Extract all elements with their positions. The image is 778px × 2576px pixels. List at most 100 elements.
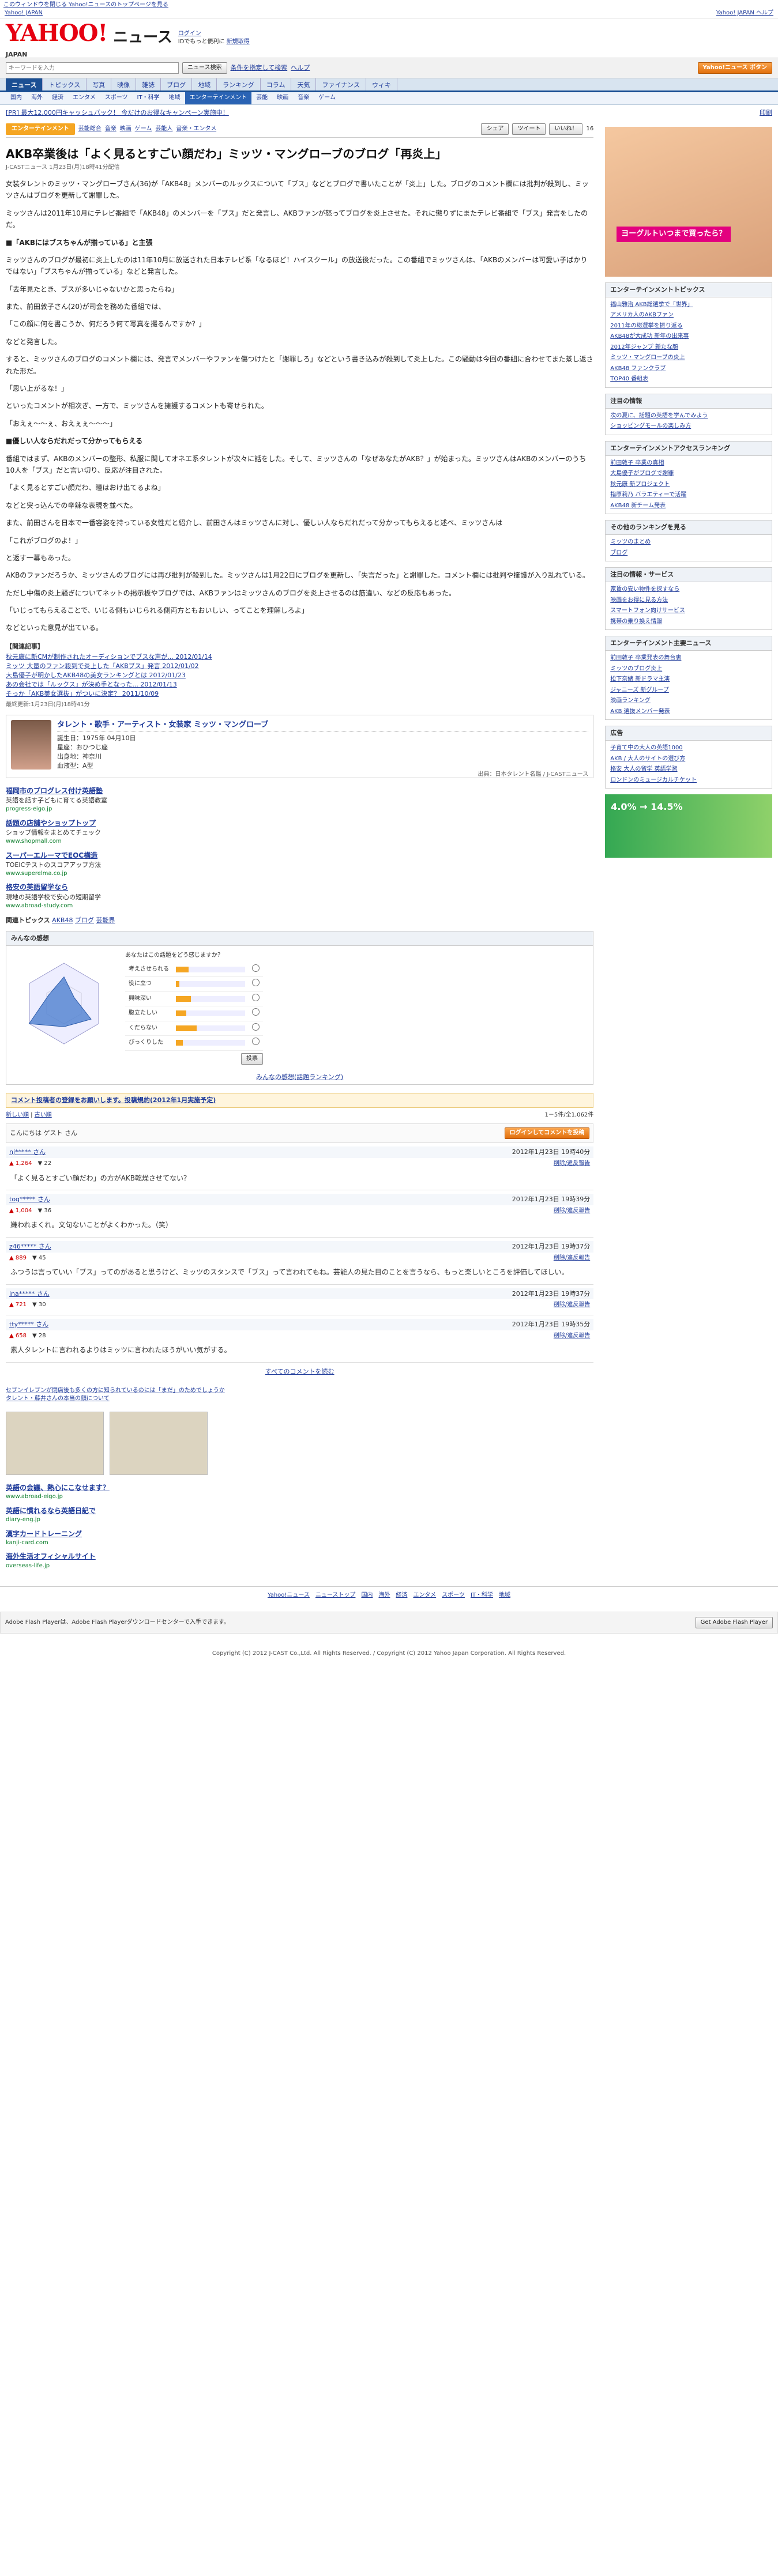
footer-link[interactable]: 国内 (361, 1592, 373, 1598)
cat-link[interactable]: 芸能総合 (78, 125, 102, 134)
yahoo-logo[interactable]: YAHOO! JAPAN (6, 17, 108, 59)
sidebar-link[interactable]: 子育て中の大人の英語1000 (610, 743, 767, 754)
vote-button[interactable]: 投票 (241, 1053, 263, 1065)
sidebar-link[interactable]: ミッツのまとめ (610, 537, 767, 548)
sidebar-link[interactable]: ショッピングモールの楽しみ方 (610, 421, 767, 432)
footer-link[interactable]: ニューストップ (315, 1592, 356, 1598)
like-count[interactable]: ▲ 1,264 (9, 1160, 32, 1168)
sidebar-link[interactable]: 家賃の安い物件を探すなら (610, 584, 767, 595)
flash-button[interactable]: Get Adobe Flash Player (695, 1616, 773, 1629)
gnav-item[interactable]: ニュース (6, 78, 43, 90)
like-count[interactable]: ▲ 889 (9, 1254, 27, 1263)
footer-link[interactable]: 経済 (396, 1592, 407, 1598)
snav-item[interactable]: スポーツ (100, 92, 133, 104)
related-article-link[interactable]: ミッツ 大量のファン殺到で炎上した「AKBブス」発言 2012/01/02 (6, 662, 593, 671)
comment-user[interactable]: nj***** さん (9, 1148, 46, 1157)
sidebar-link[interactable]: 次の夏に、話題の英語を学んでみよう (610, 411, 767, 422)
sidebar-link[interactable]: 携帯の乗り換え情報 (610, 617, 767, 628)
sidebar-link[interactable]: AKB / 大人のサイトの選び方 (610, 754, 767, 765)
bottom-link[interactable]: タレント・藤井さんの本当の顔について (6, 1395, 593, 1404)
gnav-item[interactable]: ブログ (161, 78, 193, 90)
sidebar-link[interactable]: 2012年ジャンプ 新たな顔 (610, 342, 767, 353)
gnav-item[interactable]: ウィキ (366, 78, 398, 90)
dislike-count[interactable]: ▼ 30 (32, 1301, 46, 1310)
bottom-ad-title[interactable]: 漢字カードトレーニング (6, 1529, 593, 1539)
like-count[interactable]: ▲ 721 (9, 1301, 27, 1310)
sidebar-link[interactable]: AKB48 ファンクラブ (610, 364, 767, 375)
comment-user[interactable]: ina***** さん (9, 1289, 50, 1299)
sidebar-link[interactable]: 大島優子がブログで謝罪 (610, 469, 767, 480)
profile-title[interactable]: タレント・歌手・アーティスト・女装家 ミッツ・マングローブ (57, 720, 589, 731)
footer-link[interactable]: IT・科学 (471, 1592, 493, 1598)
search-button[interactable]: ニュース検索 (182, 62, 227, 74)
close-window-link[interactable]: このウィンドウを閉じる Yahoo!ニュースのトップページを見る (3, 2, 168, 8)
sidebar-link[interactable]: 指原莉乃 バラエティーで活躍 (610, 490, 767, 501)
report-link[interactable]: 削除/違反報告 (554, 1160, 590, 1168)
sidebar-link[interactable]: スマートフォン向けサービス (610, 606, 767, 617)
gnav-item[interactable]: 写真 (87, 78, 112, 90)
all-comments-link[interactable]: すべてのコメントを読む (265, 1368, 334, 1375)
sidebar-link[interactable]: AKB48 新チーム発表 (610, 501, 767, 512)
sidebar-link[interactable]: 映画をお得に見る方法 (610, 595, 767, 606)
snav-item[interactable]: エンタメ (68, 92, 100, 104)
sidebar-link[interactable]: 前田敦子 卒業の真相 (610, 458, 767, 469)
share-button[interactable]: シェア (481, 123, 509, 135)
footer-link[interactable]: 地域 (499, 1592, 510, 1598)
topic-link[interactable]: AKB48 (52, 917, 73, 924)
like-button[interactable]: いいね！ (549, 123, 583, 135)
topic-link[interactable]: ブログ (75, 917, 94, 924)
news-button[interactable]: Yahoo!ニュース ボタン (697, 62, 772, 74)
cat-link[interactable]: 芸能人 (155, 125, 172, 134)
gnav-item[interactable]: 雑誌 (136, 78, 161, 90)
gnav-item[interactable]: ファイナンス (316, 78, 367, 90)
cat-link[interactable]: 映画 (120, 125, 131, 134)
comment-notice-link[interactable]: コメント投稿者の登録をお願いします。投稿規約(2012年1月実施予定) (11, 1096, 216, 1104)
snav-item[interactable]: ゲーム (314, 92, 340, 104)
signup-link[interactable]: 新規取得 (227, 39, 250, 45)
sidebar-link[interactable]: AKB48が大成功 新年の出来事 (610, 331, 767, 342)
comment-user[interactable]: tog***** さん (9, 1195, 50, 1204)
opinion-radio[interactable] (252, 1023, 260, 1031)
sidebar-link[interactable]: ブログ (610, 548, 767, 559)
sidebar-link[interactable]: 2011年の総選挙を振り返る (610, 321, 767, 332)
sidebar-link[interactable]: 松下奈緒 新ドラマ主演 (610, 674, 767, 685)
search-input[interactable] (6, 62, 179, 74)
gnav-item[interactable]: コラム (261, 78, 292, 90)
gnav-item[interactable]: 映像 (111, 78, 137, 90)
print-link[interactable]: 印刷 (760, 108, 772, 118)
snav-item[interactable]: 芸能 (251, 92, 272, 104)
report-link[interactable]: 削除/違反報告 (554, 1254, 590, 1263)
opinion-radio[interactable] (252, 1008, 260, 1016)
sort-new[interactable]: 新しい順 (6, 1112, 29, 1118)
bottom-link[interactable]: セブンイレブンが閉店後も多くの方に知られているのには「まだ」のためでしょうか (6, 1387, 593, 1396)
bottom-ad-title[interactable]: 英語に慣れるなら英語日記で (6, 1506, 593, 1516)
photo-ad-image[interactable] (6, 1411, 104, 1475)
ad-title[interactable]: 格安の英語留学なら (6, 882, 593, 892)
snav-item[interactable]: 海外 (27, 92, 47, 104)
comment-user[interactable]: tty***** さん (9, 1320, 48, 1329)
bottom-ad-title[interactable]: 海外生活オフィシャルサイト (6, 1552, 593, 1562)
dislike-count[interactable]: ▼ 45 (32, 1254, 46, 1263)
gnav-item[interactable]: 地域 (192, 78, 217, 90)
cat-link[interactable]: ゲーム (135, 125, 152, 134)
report-link[interactable]: 削除/違反報告 (554, 1332, 590, 1341)
dislike-count[interactable]: ▼ 28 (32, 1332, 46, 1341)
sidebar-link[interactable]: ミッツのブログ炎上 (610, 664, 767, 675)
bottom-ad-title[interactable]: 英語の会議、熱心にこなせます？ (6, 1483, 593, 1493)
footer-link[interactable]: スポーツ (442, 1592, 465, 1598)
opinion-radio[interactable] (252, 993, 260, 1001)
sidebar-link[interactable]: AKB 選抜メンバー発表 (610, 707, 767, 718)
tweet-button[interactable]: ツイート (512, 123, 546, 135)
opinion-ranking-link[interactable]: みんなの感想(話題ランキング) (256, 1073, 343, 1081)
card-ad[interactable]: 4.0% → 14.5% (605, 794, 772, 858)
ad-title[interactable]: 福岡市のプログレス付け英語塾 (6, 786, 593, 796)
footer-link[interactable]: エンタメ (413, 1592, 436, 1598)
snav-item[interactable]: 音楽 (293, 92, 314, 104)
pr-link[interactable]: [PR] 最大12,000円キャッシュバック！ 今だけのお得なキャンペーン実施中… (6, 108, 229, 118)
cat-link[interactable]: 音楽 (105, 125, 116, 134)
login-link[interactable]: ログイン (178, 31, 201, 37)
like-count[interactable]: ▲ 1,004 (9, 1207, 32, 1216)
gnav-item[interactable]: トピックス (43, 78, 87, 90)
sort-old[interactable]: 古い順 (35, 1112, 52, 1118)
dislike-count[interactable]: ▼ 36 (38, 1207, 52, 1216)
